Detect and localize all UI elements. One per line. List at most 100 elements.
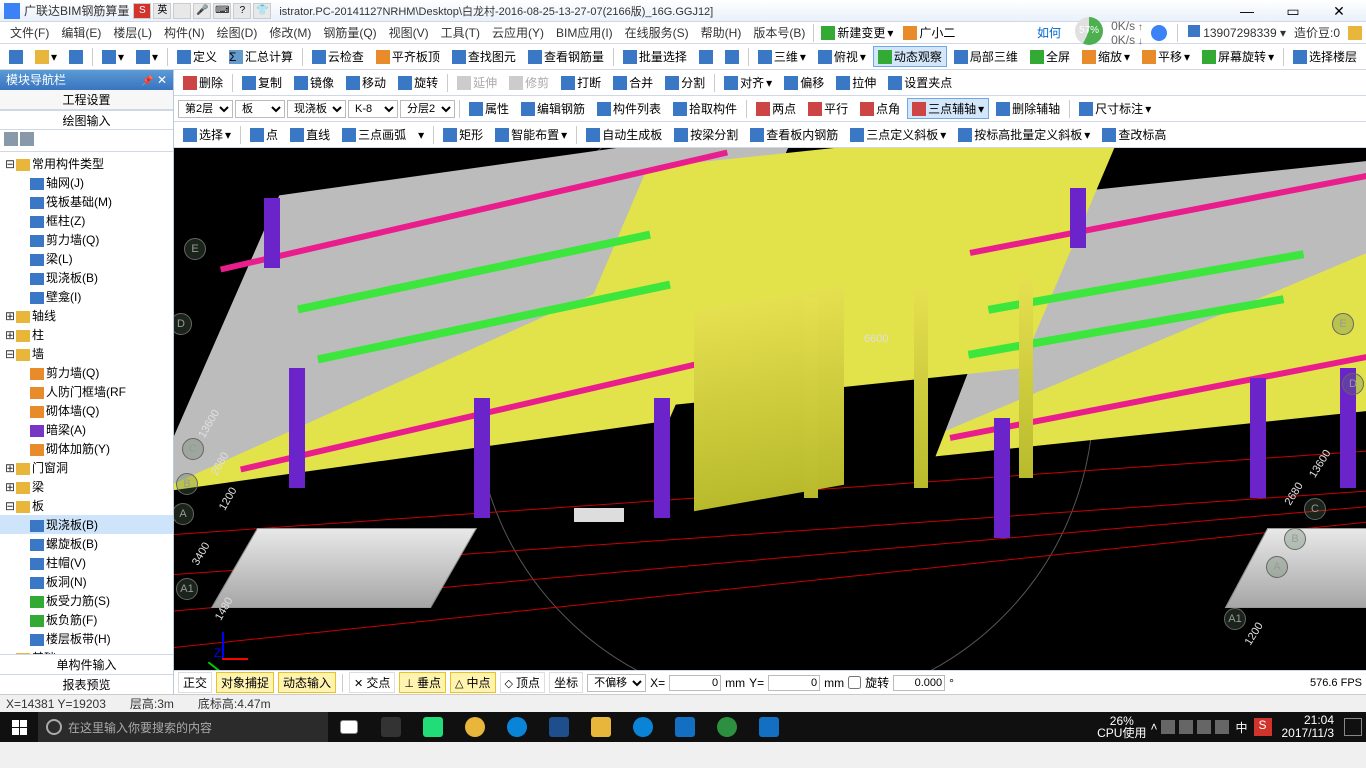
- new-file-button[interactable]: [4, 48, 28, 66]
- snap-mid[interactable]: △ 中点: [450, 672, 496, 693]
- user-button[interactable]: 广小二: [898, 22, 960, 43]
- tree-item[interactable]: 板受力筋(S): [0, 591, 173, 610]
- merge-button[interactable]: 合并: [608, 72, 658, 93]
- coin-balance[interactable]: 造价豆:0: [1294, 24, 1340, 41]
- offset-button[interactable]: 偏移: [779, 72, 829, 93]
- search-box[interactable]: 在这里输入你要搜索的内容: [38, 712, 328, 742]
- local-3d-button[interactable]: 局部三维: [949, 46, 1023, 67]
- panel-close-icon[interactable]: ✕: [157, 73, 167, 87]
- open-file-button[interactable]: ▾: [30, 48, 62, 66]
- tree-item[interactable]: 轴网(J): [0, 173, 173, 192]
- tree-item[interactable]: 人防门框墙(RF: [0, 382, 173, 401]
- select-tool[interactable]: 选择▾: [178, 124, 236, 145]
- tree-item[interactable]: 砌体加筋(Y): [0, 439, 173, 458]
- misc1[interactable]: [694, 48, 718, 66]
- three-point-slope-button[interactable]: 三点定义斜板▾: [845, 124, 951, 145]
- auto-slab-button[interactable]: 自动生成板: [581, 124, 667, 145]
- snap-perp[interactable]: ⊥ 垂点: [399, 672, 446, 693]
- tree-item[interactable]: 板洞(N): [0, 572, 173, 591]
- rotate-checkbox[interactable]: [848, 676, 861, 689]
- edit-rebar-button[interactable]: 编辑钢筋: [516, 98, 590, 119]
- tree-item[interactable]: 现浇板(B): [0, 515, 173, 534]
- tree-item[interactable]: 板负筋(F): [0, 610, 173, 629]
- ime-mic-icon[interactable]: 🎤: [193, 3, 211, 19]
- view-3d-button[interactable]: 三维▾: [753, 46, 811, 67]
- stretch-button[interactable]: 拉伸: [831, 72, 881, 93]
- menu-edit[interactable]: 编辑(E): [55, 24, 107, 41]
- dyn-input-toggle[interactable]: 动态输入: [278, 672, 336, 693]
- menu-bim[interactable]: BIM应用(I): [550, 24, 619, 41]
- view-rebar-button[interactable]: 查看钢筋量: [523, 46, 609, 67]
- align-button[interactable]: 对齐▾: [719, 72, 777, 93]
- menu-floor[interactable]: 楼层(L): [107, 24, 158, 41]
- pick-component-button[interactable]: 拾取构件: [668, 98, 742, 119]
- delete-aux-axis-button[interactable]: 删除辅轴: [991, 98, 1065, 119]
- redo-button[interactable]: ▾: [131, 48, 163, 66]
- type-select[interactable]: 板: [235, 100, 285, 118]
- progress-badge[interactable]: 57%: [1075, 17, 1103, 45]
- ime-lang[interactable]: 英: [153, 3, 171, 19]
- rect-tool[interactable]: 矩形: [438, 124, 488, 145]
- view-slab-rebar-button[interactable]: 查看板内钢筋: [745, 124, 843, 145]
- app-icon[interactable]: [748, 712, 790, 742]
- tree-item[interactable]: 暗梁(A): [0, 420, 173, 439]
- sum-button[interactable]: Σ汇总计算: [224, 46, 298, 67]
- ime-kb-icon[interactable]: ⌨: [213, 3, 231, 19]
- component-tree[interactable]: ⊟常用构件类型轴网(J)筏板基础(M)框柱(Z)剪力墙(Q)梁(L)现浇板(B)…: [0, 152, 173, 654]
- app-icon[interactable]: [370, 712, 412, 742]
- batch-select-button[interactable]: 批量选择: [618, 46, 692, 67]
- screen-rotate-button[interactable]: 屏幕旋转▾: [1197, 46, 1279, 67]
- split-by-beam-button[interactable]: 按梁分割: [669, 124, 743, 145]
- tab-report[interactable]: 报表预览: [0, 674, 173, 694]
- layer-select[interactable]: 分层2: [400, 100, 455, 118]
- tree-item[interactable]: ⊞柱: [0, 325, 173, 344]
- tree-item[interactable]: ⊞梁: [0, 477, 173, 496]
- misc2[interactable]: [720, 48, 744, 66]
- snap-coord[interactable]: 坐标: [549, 672, 583, 693]
- user-id[interactable]: 13907298339 ▾: [1188, 25, 1286, 40]
- orbit-button[interactable]: 动态观察: [873, 46, 947, 67]
- menu-modify[interactable]: 修改(M): [263, 24, 317, 41]
- smart-layout-tool[interactable]: 智能布置▾: [490, 124, 572, 145]
- tree-item[interactable]: 砌体墙(Q): [0, 401, 173, 420]
- tree-item[interactable]: 楼层板带(H): [0, 629, 173, 648]
- delete-button[interactable]: 删除: [178, 72, 228, 93]
- ime-logo-icon[interactable]: S: [133, 3, 151, 19]
- tree-mini-toolbar[interactable]: [0, 130, 173, 152]
- move-button[interactable]: 移动: [341, 72, 391, 93]
- save-button[interactable]: [64, 48, 88, 66]
- offset-mode-select[interactable]: 不偏移: [587, 674, 646, 692]
- tree-item[interactable]: 框柱(Z): [0, 211, 173, 230]
- ime-skin-icon[interactable]: 👕: [253, 3, 271, 19]
- notifications-icon[interactable]: [1344, 718, 1362, 736]
- clock[interactable]: 21:042017/11/3: [1276, 714, 1341, 740]
- plus-icon[interactable]: [1151, 25, 1167, 41]
- menu-tool[interactable]: 工具(T): [435, 24, 486, 41]
- snap-vertex[interactable]: ◇ 顶点: [500, 672, 546, 693]
- zoom-button[interactable]: 缩放▾: [1077, 46, 1135, 67]
- parallel-button[interactable]: 平行: [803, 98, 853, 119]
- arc-tool[interactable]: 三点画弧: [337, 124, 411, 145]
- ime-help-icon[interactable]: ?: [233, 3, 251, 19]
- subtype-select[interactable]: 现浇板: [287, 100, 346, 118]
- fullscreen-button[interactable]: 全屏: [1025, 46, 1075, 67]
- two-point-button[interactable]: 两点: [751, 98, 801, 119]
- pan-button[interactable]: 平移▾: [1137, 46, 1195, 67]
- tray-expand-icon[interactable]: ˄: [1150, 720, 1157, 734]
- line-tool[interactable]: 直线: [285, 124, 335, 145]
- tab-single-input[interactable]: 单构件输入: [0, 654, 173, 674]
- menu-online[interactable]: 在线服务(S): [619, 24, 695, 41]
- tree-item[interactable]: 柱帽(V): [0, 553, 173, 572]
- level-top-button[interactable]: 平齐板顶: [371, 46, 445, 67]
- start-button[interactable]: [0, 712, 38, 742]
- new-change-button[interactable]: 新建变更 ▾: [816, 22, 898, 43]
- tree-item[interactable]: 螺旋板(B): [0, 534, 173, 553]
- dimension-button[interactable]: 尺寸标注▾: [1074, 98, 1156, 119]
- select-floor-button[interactable]: 选择楼层: [1288, 46, 1362, 67]
- explorer-icon[interactable]: [580, 712, 622, 742]
- tab-drawing[interactable]: 绘图输入: [0, 110, 173, 130]
- check-elevation-button[interactable]: 查改标高: [1097, 124, 1171, 145]
- tree-item[interactable]: 剪力墙(Q): [0, 363, 173, 382]
- arc-drop[interactable]: ▾: [413, 126, 429, 144]
- ime-sep[interactable]: [173, 3, 191, 19]
